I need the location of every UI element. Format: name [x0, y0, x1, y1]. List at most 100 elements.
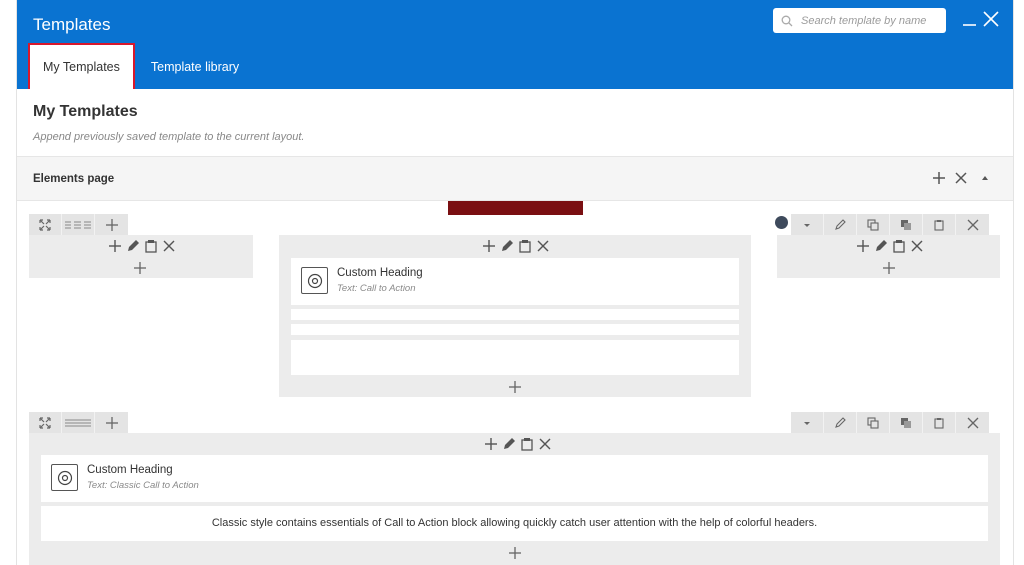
- clipboard-row-button[interactable]: [923, 214, 956, 235]
- column-controls: [856, 238, 924, 254]
- edit-row-button[interactable]: [824, 214, 857, 235]
- clipboard-icon: [934, 417, 944, 429]
- chevron-up-icon[interactable]: [977, 170, 993, 186]
- column-controls: [484, 436, 552, 452]
- x-icon[interactable]: [162, 239, 176, 253]
- paste-row-button[interactable]: [890, 214, 923, 235]
- plus-icon: [105, 416, 118, 429]
- pencil-icon[interactable]: [502, 437, 516, 451]
- row-menu-button[interactable]: [791, 412, 824, 433]
- modal-header: Templates My Templates Template library: [17, 0, 1013, 89]
- x-icon[interactable]: [538, 437, 552, 451]
- search-box[interactable]: [773, 8, 946, 33]
- row-controls-left: [29, 214, 128, 235]
- element-title: Custom Heading: [337, 267, 423, 279]
- element-title: Custom Heading: [87, 464, 173, 476]
- row-controls-left: [29, 412, 128, 433]
- add-column-button[interactable]: [95, 214, 128, 235]
- section-description: Append previously saved template to the …: [33, 131, 305, 143]
- plus-icon[interactable]: [484, 437, 498, 451]
- plus-icon[interactable]: [882, 261, 896, 275]
- add-column-button[interactable]: [95, 412, 128, 433]
- layout-icon: [65, 221, 91, 228]
- paste-icon: [901, 219, 911, 230]
- empty-element[interactable]: [291, 324, 739, 335]
- plus-icon[interactable]: [931, 170, 947, 186]
- column-center: Custom Heading Text: Call to Action: [279, 235, 751, 397]
- expand-icon: [39, 218, 51, 231]
- section-title: My Templates: [33, 103, 138, 120]
- tab-my-templates[interactable]: My Templates: [28, 43, 135, 89]
- column-left: [29, 235, 253, 278]
- plus-icon[interactable]: [133, 261, 147, 275]
- x-icon: [967, 219, 978, 230]
- text-block-element[interactable]: Classic style contains essentials of Cal…: [41, 506, 988, 541]
- text-block-content: Classic style contains essentials of Cal…: [211, 517, 818, 529]
- template-name: Elements page: [33, 173, 115, 185]
- tab-bar: My Templates Template library: [28, 43, 251, 89]
- row-layout-button[interactable]: [62, 214, 95, 235]
- row-layout-button[interactable]: [62, 412, 95, 433]
- pencil-icon[interactable]: [874, 239, 888, 253]
- custom-heading-element[interactable]: Custom Heading Text: Call to Action: [291, 258, 739, 305]
- chevron-down-icon: [804, 223, 810, 227]
- at-sign-icon: [51, 464, 78, 491]
- empty-element[interactable]: [291, 340, 739, 375]
- search-icon: [781, 15, 793, 26]
- empty-element[interactable]: [291, 309, 739, 320]
- plus-icon[interactable]: [482, 239, 496, 253]
- plus-icon[interactable]: [508, 546, 522, 560]
- minimize-icon[interactable]: [960, 9, 980, 29]
- element-subtitle: Text: Call to Action: [337, 283, 416, 294]
- expand-row-button[interactable]: [29, 214, 62, 235]
- custom-heading-element[interactable]: Custom Heading Text: Classic Call to Act…: [41, 455, 988, 502]
- element-subtitle: Text: Classic Call to Action: [87, 480, 199, 491]
- copy-row-button[interactable]: [857, 412, 890, 433]
- chevron-down-icon: [804, 421, 810, 425]
- clipboard-icon: [934, 219, 944, 231]
- clipboard-icon[interactable]: [144, 239, 158, 253]
- copy-row-button[interactable]: [857, 214, 890, 235]
- plus-icon[interactable]: [508, 380, 522, 394]
- pencil-icon: [835, 218, 846, 230]
- column-full: Custom Heading Text: Classic Call to Act…: [29, 433, 1000, 565]
- delete-row-button[interactable]: [956, 214, 989, 235]
- layout-icon: [65, 419, 91, 426]
- plus-icon[interactable]: [856, 239, 870, 253]
- x-icon[interactable]: [910, 239, 924, 253]
- row-controls-right: [791, 412, 989, 433]
- paste-icon: [901, 417, 911, 428]
- expand-row-button[interactable]: [29, 412, 62, 433]
- tab-template-library[interactable]: Template library: [139, 44, 251, 89]
- templates-modal: Templates My Templates Template library …: [16, 0, 1014, 565]
- pencil-icon[interactable]: [126, 239, 140, 253]
- modal-title: Templates: [33, 15, 111, 34]
- plus-icon[interactable]: [108, 239, 122, 253]
- paste-row-button[interactable]: [890, 412, 923, 433]
- row-controls-right: [791, 214, 989, 235]
- pencil-icon: [835, 416, 846, 428]
- clipboard-icon[interactable]: [892, 239, 906, 253]
- pencil-icon[interactable]: [500, 239, 514, 253]
- column-controls: [482, 238, 550, 254]
- clipboard-icon[interactable]: [518, 239, 532, 253]
- at-sign-icon: [301, 267, 328, 294]
- x-icon[interactable]: [953, 170, 969, 186]
- x-icon: [967, 417, 978, 428]
- column-controls: [108, 238, 176, 254]
- search-input[interactable]: [801, 14, 941, 27]
- row-menu-button[interactable]: [791, 214, 824, 235]
- expand-icon: [39, 416, 51, 429]
- drag-handle-bar[interactable]: [448, 201, 583, 215]
- clipboard-icon[interactable]: [520, 437, 534, 451]
- plus-icon: [105, 218, 118, 231]
- delete-row-button[interactable]: [956, 412, 989, 433]
- template-header[interactable]: Elements page: [17, 156, 1013, 201]
- copy-icon: [867, 416, 879, 429]
- close-icon[interactable]: [981, 9, 1001, 29]
- status-dot: [775, 216, 788, 229]
- edit-row-button[interactable]: [824, 412, 857, 433]
- clipboard-row-button[interactable]: [923, 412, 956, 433]
- x-icon[interactable]: [536, 239, 550, 253]
- column-right: [777, 235, 1000, 278]
